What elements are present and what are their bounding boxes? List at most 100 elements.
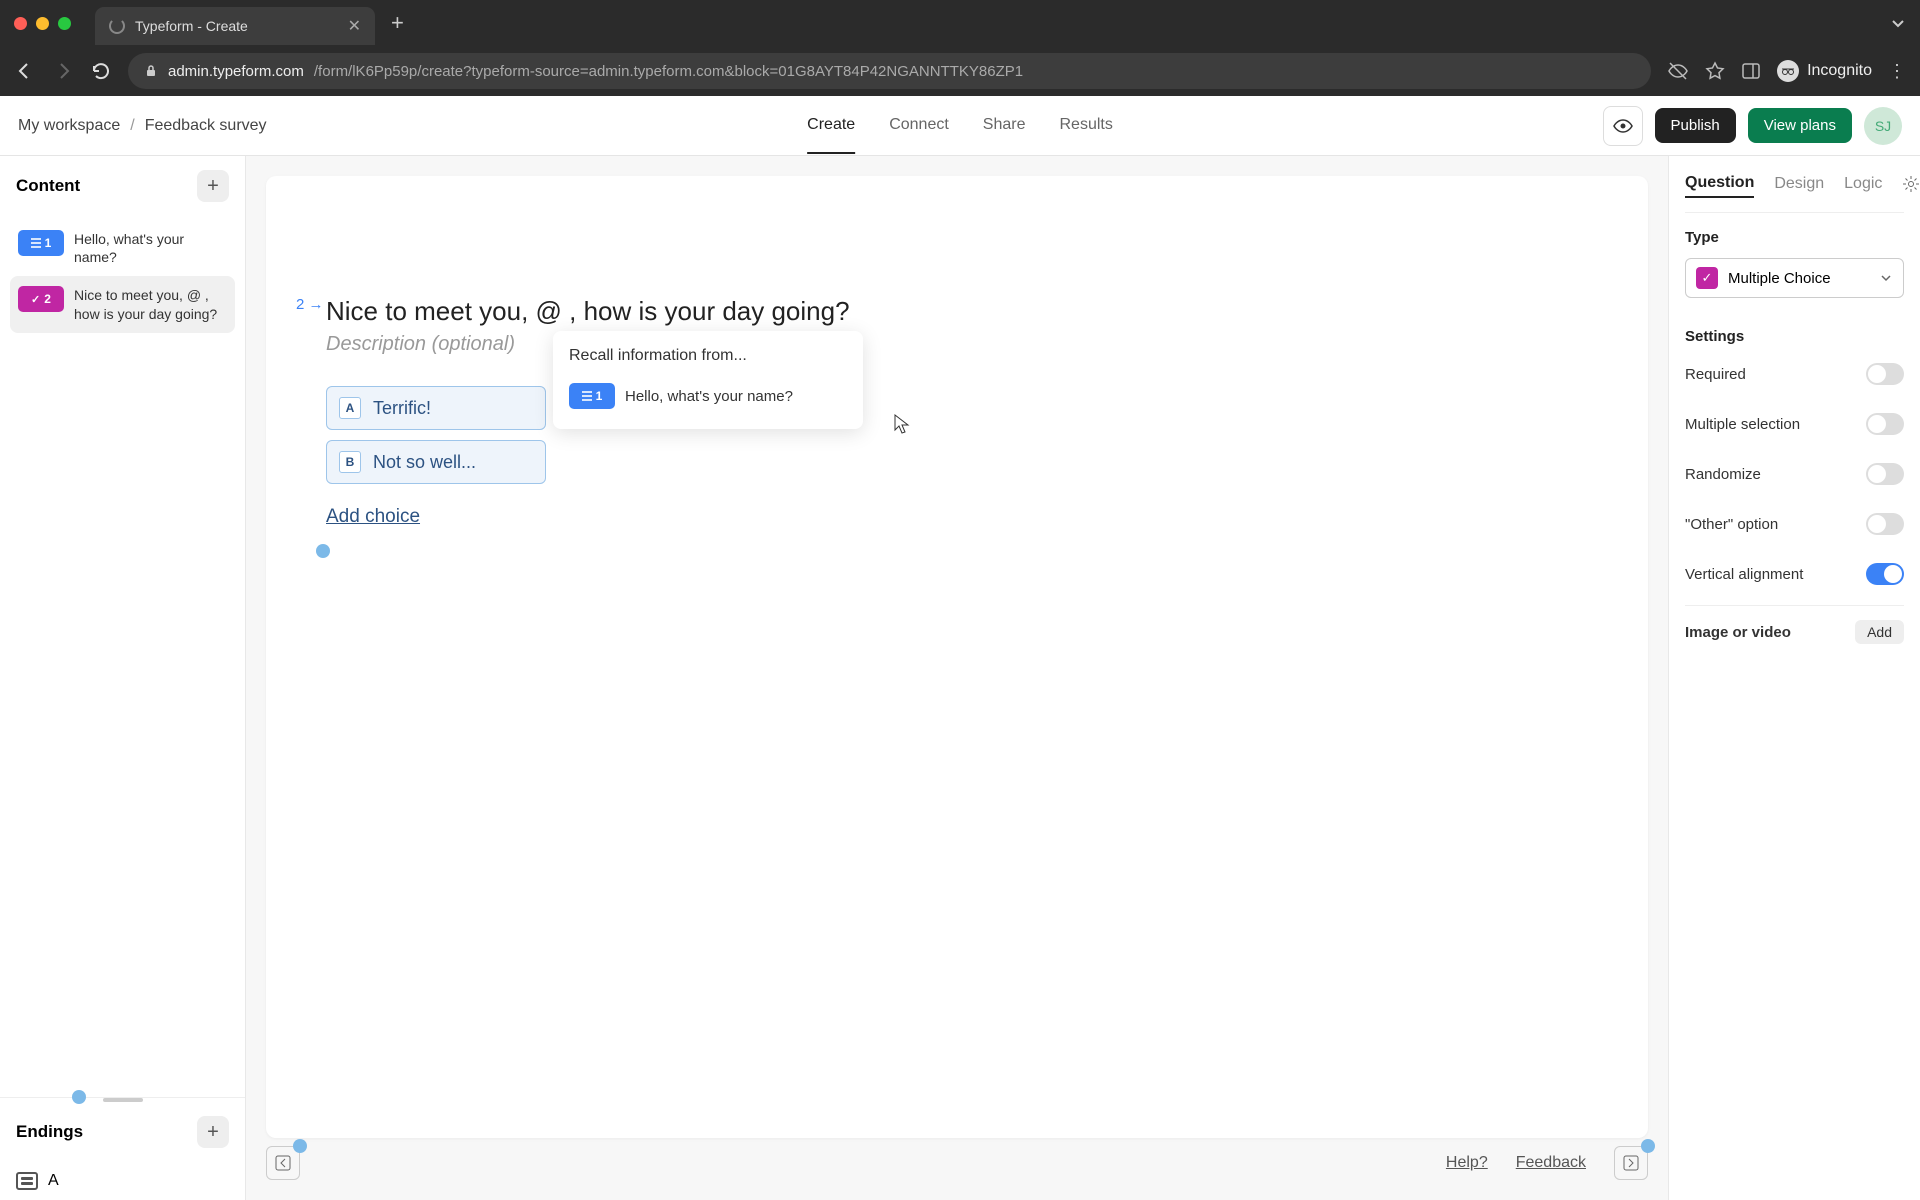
multiple-choice-icon: ✓ bbox=[1696, 267, 1718, 289]
question-title-input[interactable]: Nice to meet you, @ , how is your day go… bbox=[326, 296, 1588, 327]
question-item[interactable]: 2 Nice to meet you, @ , how is your day … bbox=[10, 276, 235, 332]
tab-share[interactable]: Share bbox=[983, 98, 1026, 154]
close-window-icon[interactable] bbox=[14, 17, 27, 30]
view-plans-button[interactable]: View plans bbox=[1748, 108, 1852, 143]
setting-other: "Other" option bbox=[1685, 499, 1904, 549]
browser-tab[interactable]: Typeform - Create ✕ bbox=[95, 7, 375, 45]
browser-chrome: Typeform - Create ✕ + admin.typeform.com… bbox=[0, 0, 1920, 96]
hint-dot-icon bbox=[293, 1139, 307, 1153]
type-label: Type bbox=[1685, 213, 1904, 250]
choice-option[interactable]: B Not so well... bbox=[326, 440, 546, 484]
back-button[interactable] bbox=[14, 60, 36, 82]
choice-option[interactable]: A Terrific! bbox=[326, 386, 546, 430]
ending-item[interactable]: A bbox=[0, 1162, 245, 1200]
tab-connect[interactable]: Connect bbox=[889, 98, 949, 154]
tab-results[interactable]: Results bbox=[1059, 98, 1112, 154]
add-media-button[interactable]: Add bbox=[1855, 620, 1904, 644]
tab-question[interactable]: Question bbox=[1685, 170, 1754, 198]
choice-key: B bbox=[339, 451, 361, 473]
eye-off-icon[interactable] bbox=[1667, 60, 1689, 82]
cursor-icon bbox=[893, 413, 911, 435]
question-badge: 1 bbox=[569, 383, 615, 409]
lock-icon bbox=[144, 64, 158, 78]
form-name[interactable]: Feedback survey bbox=[145, 117, 267, 135]
new-tab-button[interactable]: + bbox=[391, 10, 404, 36]
question-number: 2 bbox=[44, 292, 51, 306]
setting-label: Randomize bbox=[1685, 466, 1761, 483]
toggle-other[interactable] bbox=[1866, 513, 1904, 535]
setting-multiple: Multiple selection bbox=[1685, 399, 1904, 449]
sidebar-right: Question Design Logic Type ✓ Multiple Ch… bbox=[1668, 156, 1920, 1200]
maximize-window-icon[interactable] bbox=[58, 17, 71, 30]
question-description-input[interactable]: Description (optional) bbox=[326, 333, 1588, 356]
workspace-link[interactable]: My workspace bbox=[18, 117, 120, 135]
add-content-button[interactable]: + bbox=[197, 170, 229, 202]
panel-icon[interactable] bbox=[1741, 61, 1761, 81]
recall-option[interactable]: 1 Hello, what's your name? bbox=[569, 379, 847, 413]
choice-label[interactable]: Terrific! bbox=[373, 398, 431, 419]
setting-vertical: Vertical alignment bbox=[1685, 549, 1904, 599]
star-icon[interactable] bbox=[1705, 61, 1725, 81]
collapse-left-button[interactable] bbox=[266, 1146, 300, 1180]
url-host: admin.typeform.com bbox=[168, 63, 304, 80]
setting-randomize: Randomize bbox=[1685, 449, 1904, 499]
question-badge: 1 bbox=[18, 230, 64, 256]
chevron-down-icon bbox=[1879, 271, 1893, 285]
question-text: Hello, what's your name? bbox=[74, 230, 227, 266]
app-header: My workspace / Feedback survey Create Co… bbox=[0, 96, 1920, 156]
collapse-right-button[interactable] bbox=[1614, 1146, 1648, 1180]
more-menu-icon[interactable]: ⋮ bbox=[1888, 61, 1906, 82]
breadcrumb: My workspace / Feedback survey bbox=[18, 117, 267, 135]
multiple-choice-icon bbox=[31, 292, 40, 306]
short-text-icon bbox=[31, 242, 41, 244]
image-video-label: Image or video bbox=[1685, 624, 1791, 641]
gear-icon[interactable] bbox=[1902, 175, 1920, 193]
type-value: Multiple Choice bbox=[1728, 270, 1831, 287]
endings-title: Endings bbox=[16, 1122, 83, 1142]
breadcrumb-separator: / bbox=[130, 117, 134, 135]
header-tabs: Create Connect Share Results bbox=[807, 98, 1113, 154]
setting-required: Required bbox=[1685, 349, 1904, 399]
hint-dot-icon bbox=[1641, 1139, 1655, 1153]
toggle-vertical[interactable] bbox=[1866, 563, 1904, 585]
question-type-select[interactable]: ✓ Multiple Choice bbox=[1685, 258, 1904, 298]
question-card: 2 → Nice to meet you, @ , how is your da… bbox=[266, 176, 1648, 1138]
add-ending-button[interactable]: + bbox=[197, 1116, 229, 1148]
image-video-row: Image or video Add bbox=[1685, 605, 1904, 658]
content-title: Content bbox=[16, 176, 80, 196]
question-number: 1 bbox=[45, 236, 52, 250]
tabs-overflow-icon[interactable] bbox=[1890, 15, 1906, 31]
tab-create[interactable]: Create bbox=[807, 98, 855, 154]
sidebar-left: Content + 1 Hello, what's your name? 2 N… bbox=[0, 156, 246, 1200]
feedback-link[interactable]: Feedback bbox=[1516, 1154, 1586, 1172]
question-text: Nice to meet you, @ , how is your day go… bbox=[74, 286, 227, 322]
add-choice-button[interactable]: Add choice bbox=[326, 506, 546, 528]
publish-button[interactable]: Publish bbox=[1655, 108, 1736, 143]
minimize-window-icon[interactable] bbox=[36, 17, 49, 30]
incognito-indicator[interactable]: Incognito bbox=[1777, 60, 1872, 82]
address-bar[interactable]: admin.typeform.com/form/lK6Pp59p/create?… bbox=[128, 53, 1651, 89]
choice-label[interactable]: Not so well... bbox=[373, 452, 476, 473]
close-tab-icon[interactable]: ✕ bbox=[348, 16, 361, 36]
reload-button[interactable] bbox=[90, 60, 112, 82]
window-controls[interactable] bbox=[14, 17, 71, 30]
forward-button bbox=[52, 60, 74, 82]
ending-label: A bbox=[48, 1172, 59, 1190]
toggle-randomize[interactable] bbox=[1866, 463, 1904, 485]
help-link[interactable]: Help? bbox=[1446, 1154, 1488, 1172]
tab-design[interactable]: Design bbox=[1774, 171, 1824, 197]
url-path: /form/lK6Pp59p/create?typeform-source=ad… bbox=[314, 63, 1023, 80]
toggle-multiple[interactable] bbox=[1866, 413, 1904, 435]
ending-icon bbox=[16, 1172, 38, 1190]
choice-key: A bbox=[339, 397, 361, 419]
recall-popup-title: Recall information from... bbox=[569, 347, 847, 365]
question-number-indicator: 2 → bbox=[296, 296, 324, 313]
incognito-label: Incognito bbox=[1807, 62, 1872, 80]
toggle-required[interactable] bbox=[1866, 363, 1904, 385]
avatar[interactable]: SJ bbox=[1864, 107, 1902, 145]
settings-label: Settings bbox=[1685, 312, 1904, 349]
short-text-icon bbox=[582, 395, 592, 397]
preview-button[interactable] bbox=[1603, 106, 1643, 146]
tab-logic[interactable]: Logic bbox=[1844, 171, 1882, 197]
question-item[interactable]: 1 Hello, what's your name? bbox=[10, 220, 235, 276]
